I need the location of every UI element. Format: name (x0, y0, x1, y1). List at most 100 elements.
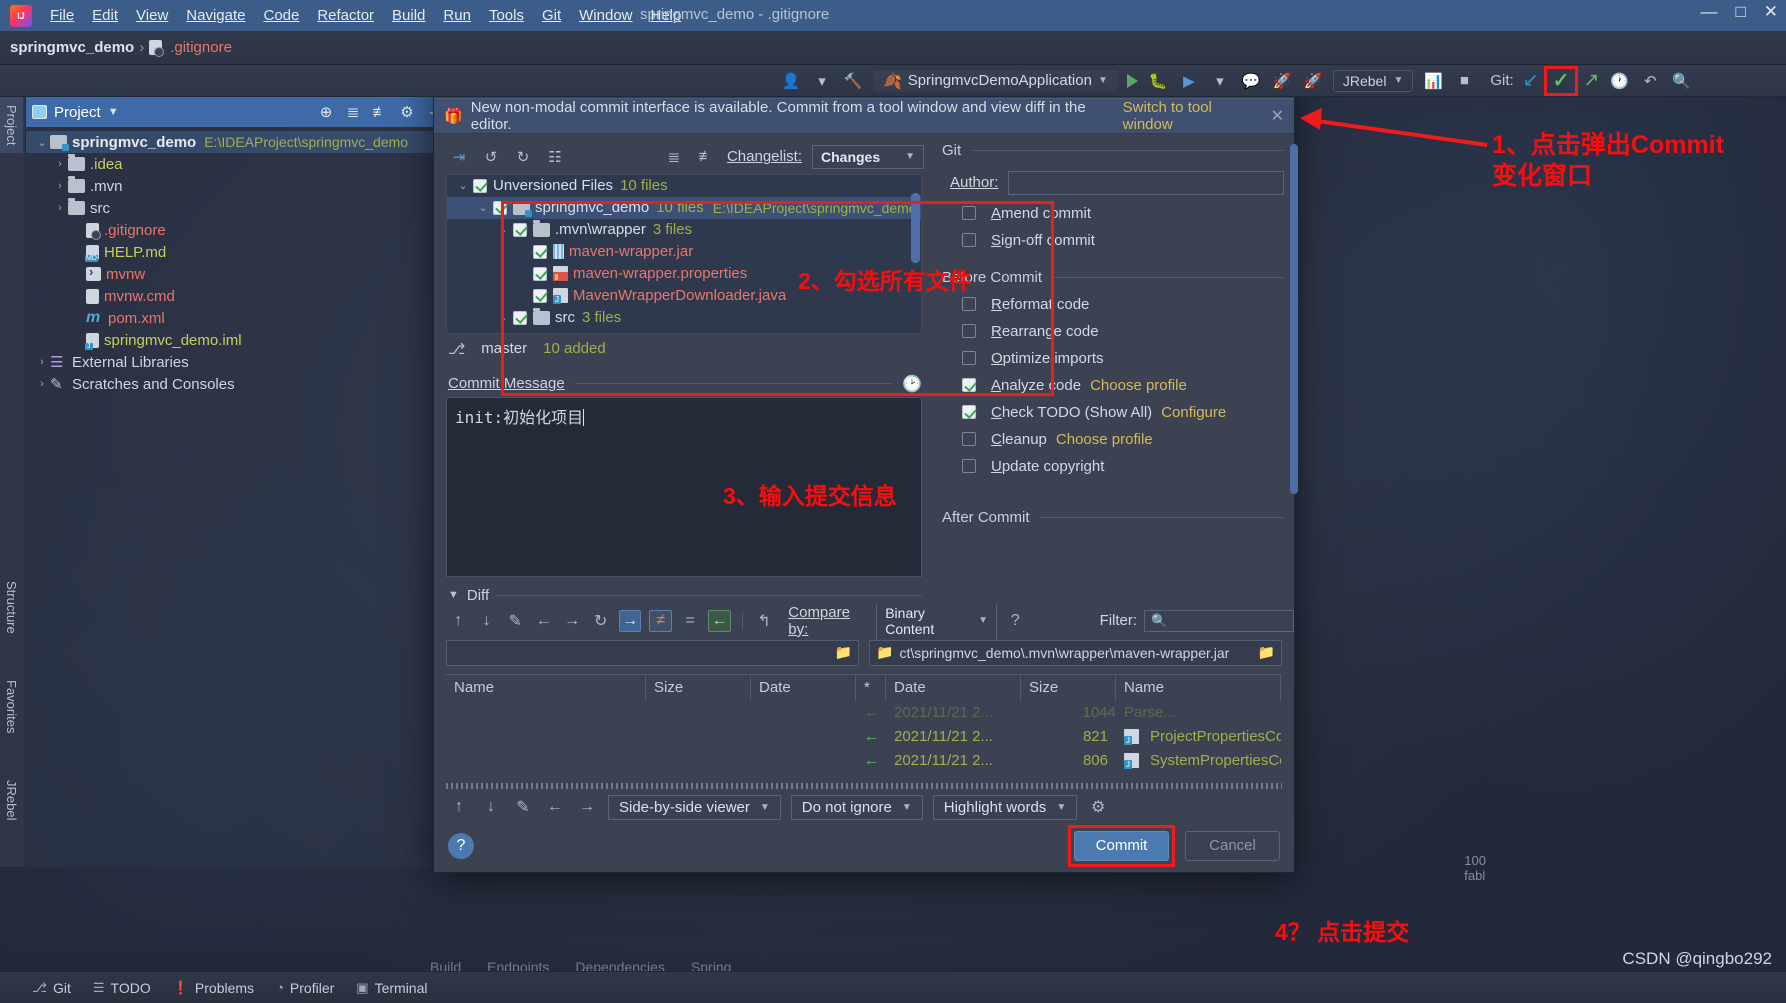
move-right-icon[interactable]: → (562, 610, 582, 632)
option-checkbox[interactable] (962, 459, 976, 474)
profile-icon[interactable]: 📊 (1422, 70, 1444, 92)
option-checkbox[interactable] (962, 378, 976, 393)
merge-icon[interactable]: ↰ (754, 610, 774, 632)
git-push-icon[interactable]: ↗ (1583, 69, 1599, 92)
menu-tools[interactable]: Tools (480, 4, 533, 27)
file-checkbox[interactable] (533, 244, 547, 259)
stop-icon[interactable]: ■ (1453, 70, 1475, 92)
menu-refactor[interactable]: Refactor (308, 4, 383, 27)
search-everywhere-icon[interactable]: 🔍 (1670, 70, 1692, 92)
tree-expand-arrow[interactable]: › (52, 158, 68, 170)
option-checkbox[interactable] (962, 405, 976, 420)
gear-icon[interactable]: ⚙ (397, 103, 417, 121)
table-column-header[interactable]: Date (751, 674, 856, 701)
chevron-down-icon[interactable]: ▼ (108, 106, 119, 118)
project-tree-row[interactable]: springmvc_demo.iml (26, 329, 450, 351)
option-link[interactable]: Choose profile (1090, 377, 1187, 394)
menu-file[interactable]: File (41, 4, 83, 27)
collapse-all-icon[interactable]: ≢ (370, 104, 390, 121)
refresh-icon[interactable]: ↻ (512, 146, 534, 168)
option-link[interactable]: Configure (1161, 404, 1226, 421)
maximize-icon[interactable]: □ (1735, 2, 1745, 22)
table-row[interactable]: ← 2021/11/21 2... 821 ProjectPropertiesCom.… (446, 725, 1282, 749)
help-icon[interactable]: ? (1005, 610, 1025, 632)
tree-expand-arrow[interactable]: › (34, 378, 50, 390)
commit-message-input[interactable]: init:初始化项目 (446, 396, 922, 577)
table-column-header[interactable]: Size (1021, 674, 1116, 701)
rollback-icon[interactable]: ↶ (1639, 70, 1661, 92)
file-tree-scrollbar[interactable] (911, 192, 920, 263)
folder-open-icon[interactable]: 📁 (835, 644, 852, 661)
option-checkbox[interactable] (962, 324, 976, 339)
project-tree-row[interactable]: .gitignore (26, 219, 450, 241)
show-deleted-files-icon[interactable]: ← (708, 609, 731, 632)
changed-files-tree[interactable]: ⌄ Unversioned Files 10 files ⌄ springmvc_dem… (446, 173, 922, 334)
collapse-all-icon[interactable]: ≢ (695, 146, 717, 168)
option-checkbox[interactable] (962, 233, 976, 248)
tree-expand-arrow[interactable]: › (34, 356, 50, 368)
before-commit-option-row[interactable]: Check TODO (Show All) Configure (962, 404, 1284, 421)
group-by-icon[interactable]: ☷ (544, 146, 566, 168)
revert-icon[interactable]: ↺ (480, 146, 502, 168)
option-checkbox[interactable] (962, 351, 976, 366)
git-update-project-icon[interactable]: ↙ (1523, 69, 1539, 92)
commit-file-row[interactable]: ⌄ Unversioned Files 10 files (447, 175, 921, 197)
tree-expand-arrow[interactable]: › (52, 180, 68, 192)
show-new-files-icon[interactable]: → (618, 609, 642, 632)
debug-icon[interactable]: 🐛 (1147, 70, 1169, 92)
menu-edit[interactable]: Edit (83, 4, 127, 27)
menu-git[interactable]: Git (533, 4, 570, 27)
table-column-header[interactable]: Date (886, 674, 1021, 701)
project-tree-row[interactable]: › .mvn (26, 175, 450, 197)
previous-difference-icon[interactable]: ↑ (448, 610, 468, 632)
left-path-box[interactable]: 📁 (446, 639, 859, 666)
project-tree-row[interactable]: m pom.xml (26, 307, 450, 329)
tree-expand-arrow[interactable]: › (52, 202, 68, 214)
commit-file-row[interactable]: maven-wrapper.jar (447, 241, 921, 263)
file-checkbox[interactable] (493, 200, 507, 215)
before-commit-option-row[interactable]: Update copyright (962, 458, 1284, 475)
menu-view[interactable]: View (127, 4, 177, 27)
menu-run[interactable]: Run (434, 4, 480, 27)
tree-expand-arrow[interactable]: ⌄ (493, 223, 513, 236)
minimize-icon[interactable]: — (1700, 2, 1717, 22)
rail-tab-jrebel[interactable]: JRebel (0, 772, 23, 828)
table-column-header[interactable]: Name (1116, 674, 1281, 701)
move-right-icon[interactable]: → (576, 796, 598, 818)
locate-target-icon[interactable]: ⊕ (316, 103, 336, 121)
run-with-coverage-icon[interactable]: ▶ (1178, 70, 1200, 92)
before-commit-option-row[interactable]: Cleanup Choose profile (962, 431, 1284, 448)
project-tree-row[interactable]: mvnw (26, 263, 450, 285)
table-column-header[interactable]: * (856, 674, 886, 701)
before-commit-option-row[interactable]: Optimize imports (962, 350, 1284, 367)
status-bar-git[interactable]: ⎇ Git (32, 980, 71, 996)
compare-by-combo[interactable]: Binary Content ▼ (876, 600, 998, 641)
commit-file-row[interactable]: maven-wrapper.properties (447, 263, 921, 285)
file-checkbox[interactable] (513, 310, 527, 325)
file-checkbox[interactable] (473, 178, 487, 193)
next-difference-icon[interactable]: ↓ (476, 610, 496, 632)
project-tree-row[interactable]: › src (26, 197, 450, 219)
option-link[interactable]: Choose profile (1056, 431, 1153, 448)
highlight-mode-combo[interactable]: Highlight words ▼ (932, 794, 1078, 820)
rail-tab-project[interactable]: Project (0, 97, 23, 154)
tree-expand-arrow[interactable]: ⌄ (453, 179, 473, 192)
more-run-icon[interactable]: 💬 (1240, 70, 1262, 92)
tree-expand-arrow[interactable]: ⌄ (473, 201, 493, 214)
option-checkbox[interactable] (962, 297, 976, 312)
project-tree-row[interactable]: ⌄ springmvc_demo E:\IDEAProject\springmvc_… (26, 131, 450, 153)
menu-code[interactable]: Code (254, 4, 308, 27)
tree-expand-arrow[interactable]: ⌄ (34, 136, 50, 149)
changelist-combo[interactable]: Changes ▼ (812, 144, 924, 169)
project-tree-row[interactable]: mvnw.cmd (26, 285, 450, 307)
rail-tab-structure[interactable]: Structure (0, 573, 23, 642)
before-commit-option-row[interactable]: Reformat code (962, 296, 1284, 313)
status-bar-profiler[interactable]: ◔ Profiler (276, 980, 334, 996)
jrebel-run-icon[interactable]: 🚀 (1271, 70, 1293, 92)
menu-window[interactable]: Window (570, 4, 641, 27)
expand-all-icon[interactable]: ≣ (343, 103, 363, 121)
next-difference-icon[interactable]: ↓ (480, 796, 502, 818)
git-option-row[interactable]: Amend commit (962, 205, 1284, 222)
status-bar-problems[interactable]: ❗ Problems (173, 980, 254, 996)
right-column-scrollbar[interactable] (1290, 143, 1298, 494)
